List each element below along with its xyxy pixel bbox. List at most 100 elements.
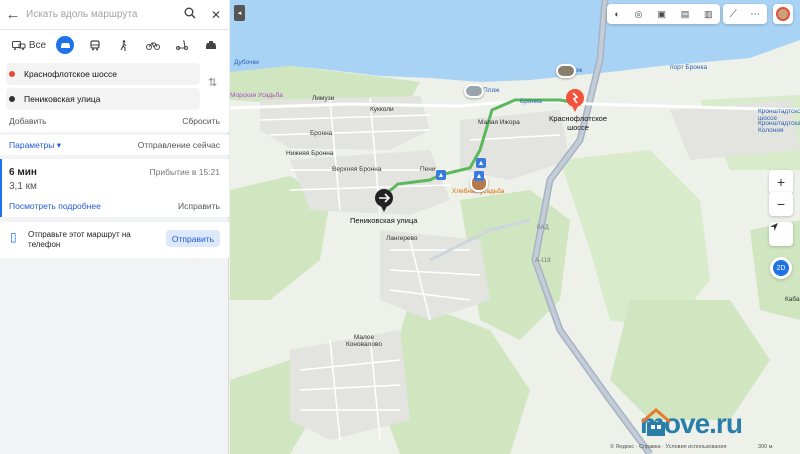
send-to-phone-text: Отправьте этот маршрут на телефон [28,230,131,249]
route-points: Краснофлотское шоссе Пениковская улица ⇅… [0,60,229,132]
map-label-port: порт Бронка [670,64,708,71]
panorama-icon[interactable]: ◎ [635,9,643,20]
view-2d-icon: 2D [773,260,789,276]
pedestrian-icon [120,39,127,51]
mode-taxi-button[interactable] [196,35,225,55]
transport-modes: Все [0,30,229,60]
map-label-nizhnyaya-bronna: Нижняя Бронна [286,150,334,157]
from-point-label: Краснофлотское шоссе [24,69,117,79]
params-dropdown[interactable]: Параметры ▾ [9,140,61,151]
add-point-link[interactable]: Добавить [9,116,47,126]
mode-car-button[interactable] [56,36,74,54]
avatar [776,7,790,21]
mode-all-button[interactable]: Все [8,35,50,55]
copyright-link[interactable]: © Яндекс [610,444,634,450]
minus-icon: − [776,196,786,212]
map-label-limuzi: Лимузи [312,95,335,102]
from-point-field[interactable]: Краснофлотское шоссе [6,63,200,85]
map-label-krasnoflotskoe: Краснофлотское шоссе [548,114,608,132]
selected-indicator [0,159,2,217]
scale-label: 300 м [758,444,773,450]
mode-all-label: Все [28,39,47,51]
route-search-bar: ← ✕ [0,0,229,30]
terms-link[interactable]: Условия использования [665,444,726,450]
map-label-bronna: Бронна [310,130,333,137]
map-tools: ⟋ ⋯ [723,4,767,24]
transit-icon[interactable]: ▤ [681,9,690,20]
back-arrow-icon[interactable]: ← [0,6,26,23]
map-label-dubochki: Дубочки [234,59,259,66]
map-label-maloe-konovalovo: Малое Коновалово [345,334,383,348]
map-canvas[interactable]: Дубочки Пляж Пляж Бронка порт Бронка Кра… [230,0,800,454]
send-to-phone: ▯ Отправьте этот маршрут на телефон Отпр… [0,222,229,258]
taxi-icon [205,40,216,49]
mode-transit-button[interactable] [80,35,109,55]
close-icon[interactable]: ✕ [203,8,229,22]
start-pin-icon[interactable] [564,88,586,112]
house-logo-icon [641,408,671,436]
map-label-kronshtadtskaya-koloniya: Кронштадтская Колония [758,120,800,134]
to-point-label: Пениковская улица [24,94,101,104]
mode-walk-button[interactable] [109,35,138,55]
view-2d-button[interactable]: 2D [770,257,792,279]
map-footer: © Яндекс · Справка · Условия использован… [610,444,773,450]
departure-time[interactable]: Отправление сейчас [138,140,220,150]
map-label-kad: КАД [537,225,549,231]
route-actions: Добавить Сбросить [9,116,220,126]
ruler-icon[interactable]: ⟋ [730,9,737,20]
crosswalk-icon: ▲ [476,158,486,168]
bus-car-icon [11,40,26,50]
car-icon [60,43,70,48]
map-label-bronka: Бронка [520,98,542,105]
to-point-marker-icon [9,96,15,102]
scooter-icon [175,40,188,50]
zoom-in-button[interactable]: + [769,170,793,194]
zoom-out-button[interactable]: − [769,192,793,216]
map-label-langerevo: Лангерево [386,235,418,242]
map-label-kaba: Каба [785,296,800,303]
map-base [230,0,800,454]
swap-points-icon[interactable]: ⇅ [208,76,217,89]
to-point-field[interactable]: Пениковская улица [6,88,200,110]
fix-route-link[interactable]: Исправить [178,201,220,211]
crosswalk-icon: ▲ [474,171,484,181]
camera-icon[interactable]: ▣ [657,9,666,20]
route-params: Параметры ▾ Отправление сейчас [0,135,229,155]
beach-photo-marker-2[interactable] [464,84,484,98]
my-location-button[interactable] [769,222,793,246]
map-label-morskaya: Морская Усадьба [230,92,283,99]
more-icon[interactable]: ⋯ [750,9,760,20]
chevron-down-icon: ▾ [56,139,61,150]
map-label-penikovskaya: Пениковская улица [350,216,418,225]
route-distance: 3,1 км [9,181,37,192]
route-search-input[interactable] [26,9,177,20]
map-label-beach-2: Пляж [483,87,500,94]
map-label-kukkuzi: Кукколи [370,106,394,113]
collapse-panel-button[interactable]: ◂ [234,5,245,21]
user-avatar[interactable] [773,4,793,24]
map-label-peni: Пени [420,166,436,173]
map-layers-toolbar: ◐ ◎ ▣ ▤ ▥ [607,4,720,24]
beach-photo-marker[interactable] [556,64,576,78]
traffic-icon[interactable]: ▥ [704,9,713,20]
bicycle-icon [145,42,160,50]
location-arrow-icon [770,223,778,231]
search-icon[interactable] [177,7,203,22]
details-link[interactable]: Посмотреть подробнее [9,201,101,211]
layers-icon[interactable]: ◐ [614,9,619,19]
mode-scooter-button[interactable] [167,35,196,55]
mode-bike-button[interactable] [138,35,167,55]
map-label-a118: А-118 [535,258,551,264]
params-label: Параметры [9,139,55,150]
map-label-malaya-izhora: Малая Ижора [478,119,520,126]
send-button[interactable]: Отправить [166,230,220,247]
finish-pin-icon[interactable] [374,188,394,212]
from-point-marker-icon [9,71,15,77]
crosswalk-icon: ▲ [436,170,446,180]
route-result-card[interactable]: 6 мин Прибытие в 15:21 3,1 км Посмотреть… [0,159,229,217]
help-link[interactable]: Справка [639,444,661,450]
route-panel: ← ✕ Все Краснофло [0,0,229,454]
phone-icon: ▯ [10,230,17,244]
route-duration: 6 мин [9,167,37,178]
reset-route-link[interactable]: Сбросить [182,116,220,126]
